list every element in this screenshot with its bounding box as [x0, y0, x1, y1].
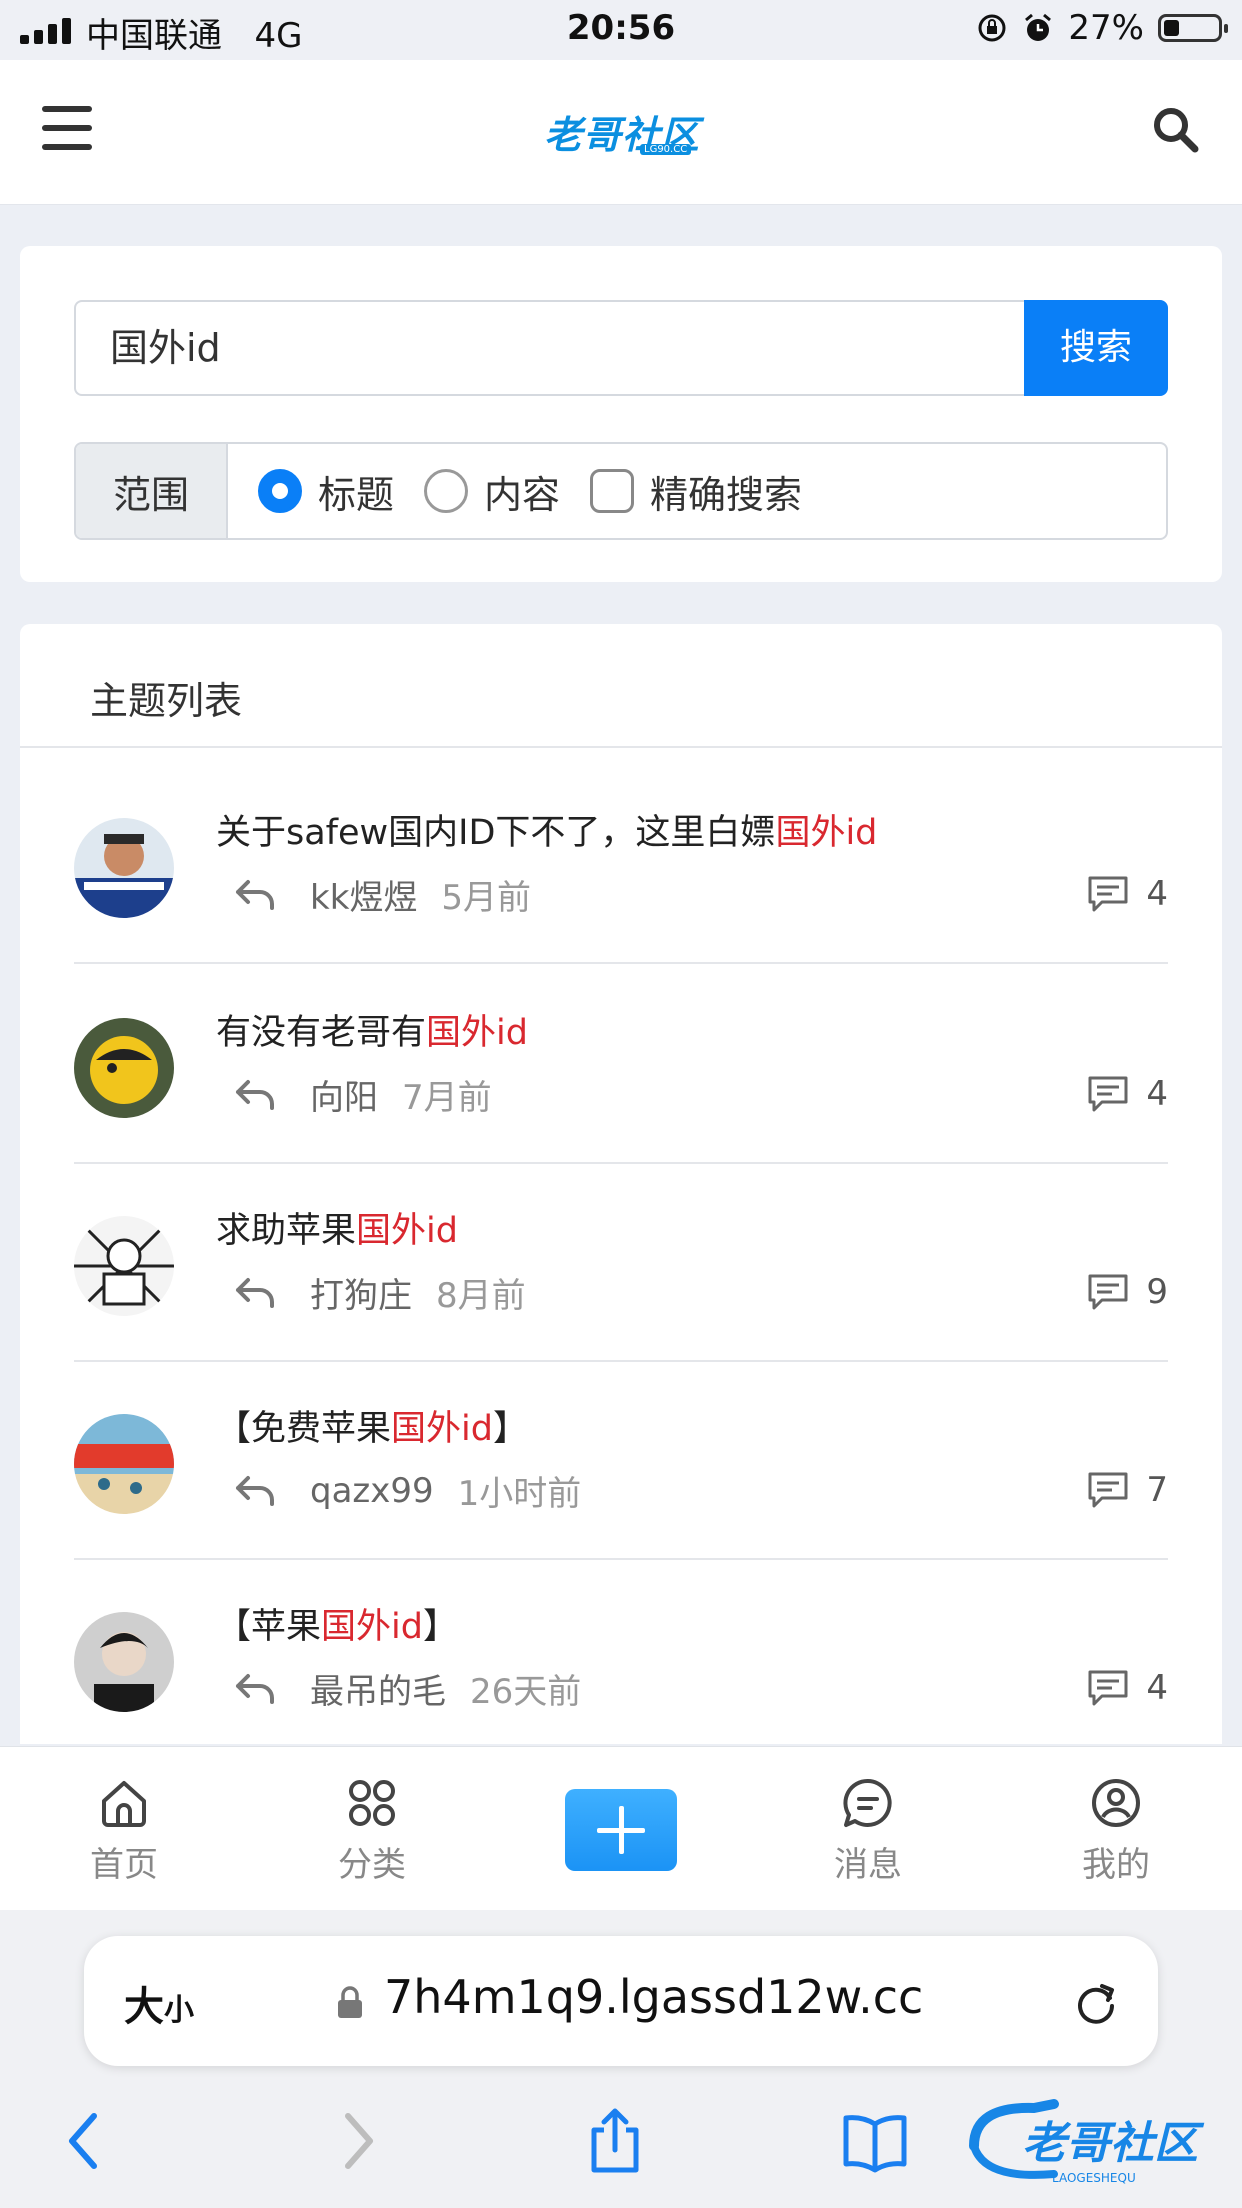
search-button[interactable]: 搜索 — [1024, 300, 1168, 396]
topic-title[interactable]: 有没有老哥有国外id — [216, 1004, 528, 1055]
list-item[interactable]: 求助苹果国外id 打狗庄 8月前 9 — [74, 1162, 1168, 1362]
checkbox-exact[interactable]: 精确搜索 — [590, 464, 802, 519]
share-button[interactable] — [580, 2106, 650, 2186]
avatar[interactable] — [74, 1018, 174, 1118]
search-icon[interactable] — [1150, 104, 1200, 154]
author-name[interactable]: 打狗庄 — [310, 1268, 412, 1317]
comment-count: 4 — [1086, 1668, 1168, 1708]
grid-icon — [349, 1780, 395, 1826]
radio-content[interactable]: 内容 — [424, 464, 560, 519]
radio-title-checked-icon[interactable] — [258, 469, 302, 513]
list-item[interactable]: 有没有老哥有国外id 向阳 7月前 4 — [74, 964, 1168, 1164]
battery-percent: 27% — [1068, 8, 1144, 48]
forward-button[interactable] — [320, 2106, 390, 2186]
site-logo[interactable]: 老哥社区 LG90.CC — [544, 104, 704, 160]
app-header: 老哥社区 LG90.CC — [0, 60, 1242, 205]
comment-icon — [1088, 1076, 1128, 1112]
range-label: 范围 — [76, 444, 228, 538]
avatar[interactable] — [74, 1414, 174, 1514]
back-button[interactable] — [52, 2106, 122, 2186]
user-icon — [1092, 1779, 1140, 1827]
author-name[interactable]: 向阳 — [310, 1070, 378, 1119]
book-icon — [843, 2115, 907, 2173]
author-name[interactable]: qazx99 — [310, 1471, 434, 1511]
reply-icon — [236, 879, 274, 910]
time-ago: 1小时前 — [457, 1474, 582, 1514]
browser-chrome: 大小 7h4m1q9.lgassd12w.cc 老哥社区 LAOGESHEQU — [0, 1910, 1242, 2208]
chat-icon — [843, 1778, 892, 1827]
svg-text:LAOGESHEQU: LAOGESHEQU — [1052, 2171, 1136, 2185]
orientation-lock-icon — [978, 14, 1006, 42]
reply-icon — [236, 1673, 274, 1704]
author-name[interactable]: kk煜煜 — [310, 870, 417, 919]
bookmarks-button[interactable] — [840, 2106, 910, 2186]
reply-icon — [236, 1079, 274, 1110]
watermark-logo: 老哥社区 LAOGESHEQU — [964, 2096, 1228, 2186]
topic-list: 主题列表 关于safew国内ID下不了，这里白嫖国外id kk煜煜 5月前 4 — [20, 624, 1222, 1744]
lock-icon — [338, 1986, 362, 2018]
avatar[interactable] — [74, 818, 174, 918]
tab-home[interactable]: 首页 — [44, 1775, 204, 1886]
chevron-left-icon — [69, 2113, 97, 2169]
comment-icon — [1088, 1670, 1128, 1706]
comment-icon — [1088, 1472, 1128, 1508]
status-bar: 中国联通 4G 20:56 27% — [0, 0, 1242, 60]
list-title: 主题列表 — [90, 679, 243, 723]
comment-icon — [1088, 876, 1128, 912]
home-icon — [102, 1781, 146, 1827]
search-card: 国外id 搜索 范围 标题 内容 精确搜索 — [20, 246, 1222, 582]
list-item[interactable]: 关于safew国内ID下不了，这里白嫖国外id kk煜煜 5月前 4 — [74, 764, 1168, 964]
time-ago: 5月前 — [441, 878, 532, 918]
url-text[interactable]: 7h4m1q9.lgassd12w.cc — [384, 1970, 923, 2024]
share-icon — [591, 2108, 639, 2173]
tab-messages[interactable]: 消息 — [788, 1775, 948, 1886]
checkbox-exact-icon[interactable] — [590, 469, 635, 513]
list-item[interactable]: 【苹果国外id】 最吊的毛 26天前 4 — [74, 1558, 1168, 1744]
text-size-button[interactable]: 大小 — [124, 1974, 194, 2032]
topic-title[interactable]: 关于safew国内ID下不了，这里白嫖国外id — [216, 804, 877, 855]
search-input[interactable]: 国外id — [74, 300, 1024, 396]
comment-count: 4 — [1086, 1074, 1168, 1114]
topic-title[interactable]: 【免费苹果国外id】 — [216, 1400, 528, 1451]
alarm-icon — [1025, 13, 1052, 41]
avatar[interactable] — [74, 1216, 174, 1316]
list-item[interactable]: 【免费苹果国外id】 qazx99 1小时前 7 — [74, 1360, 1168, 1560]
search-range: 范围 标题 内容 精确搜索 — [74, 442, 1168, 540]
comment-icon — [1088, 1274, 1128, 1310]
reply-icon — [236, 1475, 274, 1506]
radio-content-icon[interactable] — [424, 469, 469, 513]
comment-count: 4 — [1086, 874, 1168, 914]
author-name[interactable]: 最吊的毛 — [310, 1664, 446, 1713]
comment-count: 9 — [1086, 1272, 1168, 1312]
time-ago: 8月前 — [436, 1276, 526, 1316]
reload-icon[interactable] — [1070, 1976, 1122, 2028]
address-bar[interactable]: 大小 7h4m1q9.lgassd12w.cc — [84, 1936, 1158, 2066]
logo-domain: LG90.CC — [640, 144, 692, 155]
time-ago: 7月前 — [402, 1078, 492, 1118]
tab-mine[interactable]: 我的 — [1036, 1775, 1196, 1886]
battery-icon — [1158, 14, 1228, 42]
divider — [20, 746, 1222, 748]
avatar[interactable] — [74, 1612, 174, 1712]
comment-count: 7 — [1086, 1470, 1168, 1510]
topic-title[interactable]: 【苹果国外id】 — [216, 1598, 458, 1649]
svg-text:老哥社区: 老哥社区 — [1022, 2118, 1205, 2169]
tab-category[interactable]: 分类 — [292, 1775, 452, 1886]
menu-icon[interactable] — [42, 106, 92, 150]
chevron-right-icon — [345, 2113, 373, 2169]
bottom-tabbar: 首页 分类 消息 我的 — [0, 1746, 1242, 1911]
time-ago: 26天前 — [470, 1672, 582, 1712]
radio-title[interactable]: 标题 — [258, 464, 394, 519]
reply-icon — [236, 1277, 274, 1308]
add-post-button[interactable] — [565, 1789, 677, 1871]
topic-title[interactable]: 求助苹果国外id — [216, 1202, 458, 1253]
